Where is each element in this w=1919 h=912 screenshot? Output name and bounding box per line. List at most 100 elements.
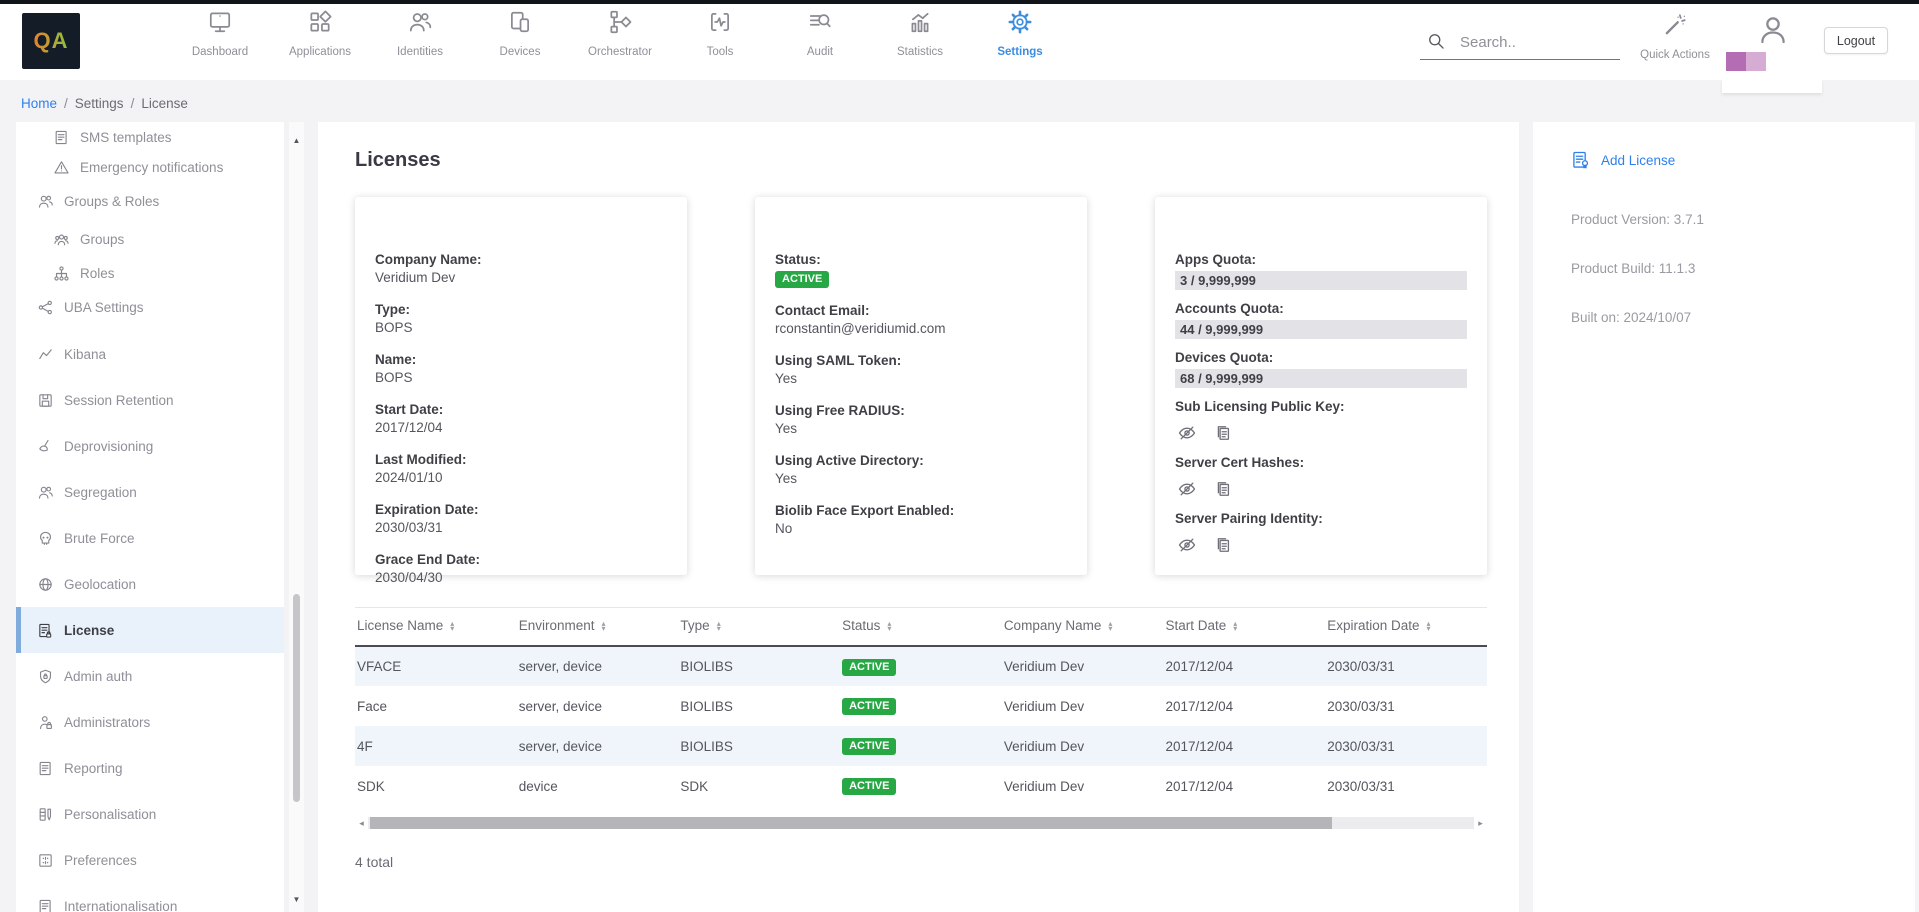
sort-icon[interactable]: ▴▾ [602,621,606,631]
license-info-card: Company Name:Veridium Dev Type:BOPS Name… [355,197,687,575]
column-header-expiration-date[interactable]: Expiration Date▴▾ [1325,608,1487,647]
sidebar-item-brute-force[interactable]: Brute Force [16,515,284,561]
sidebar-item-internationalisation[interactable]: Internationalisation [16,883,284,912]
sidebar-item-label: Admin auth [64,669,132,684]
nav-item-devices[interactable]: Devices [470,9,570,58]
nav-item-tools[interactable]: Tools [670,9,770,58]
table-row: SDK device SDK ACTIVE Veridium Dev 2017/… [355,766,1487,806]
server-pairing-identity: Server Pairing Identity: [1175,510,1467,555]
sidebar-item-label: Kibana [64,347,106,362]
sort-icon[interactable]: ▴▾ [1233,621,1237,631]
field-type: Type:BOPS [375,301,667,337]
field-free-radius: Using Free RADIUS:Yes [775,402,1067,438]
orchestrator-icon [607,9,633,35]
sort-icon[interactable]: ▴▾ [450,621,454,631]
sidebar-item-kibana[interactable]: Kibana [16,331,284,377]
nav-item-settings[interactable]: Settings [970,9,1070,58]
column-header-start-date[interactable]: Start Date▴▾ [1164,608,1326,647]
identities-icon [407,9,433,35]
search-icon[interactable] [1426,31,1446,51]
sidebar-item-label: UBA Settings [64,300,144,315]
sidebar-scrollbar: ▲ ▼ [289,122,304,912]
sidebar-item-license[interactable]: License [16,607,284,653]
user-avatar[interactable] [1756,13,1790,52]
eye-off-icon[interactable] [1177,423,1197,443]
copy-icon[interactable] [1213,535,1233,555]
sidebar-item-administrators[interactable]: Administrators [16,699,284,745]
share-nodes-icon [37,299,54,316]
main-nav: Dashboard Applications Identities Device… [170,9,1070,58]
sidebar-item-reporting[interactable]: Reporting [16,745,284,791]
shield-lock-icon [37,668,54,685]
column-header-license-name[interactable]: License Name▴▾ [355,608,517,647]
scroll-up-arrow-icon[interactable]: ▲ [289,136,304,145]
breadcrumb-home-link[interactable]: Home [21,96,57,111]
sidebar-item-roles[interactable]: Roles [16,258,284,288]
sidebar-item-session-retention[interactable]: Session Retention [16,377,284,423]
quick-actions-button[interactable]: Quick Actions [1632,12,1718,61]
column-header-company-name[interactable]: Company Name▴▾ [1002,608,1164,647]
nav-item-identities[interactable]: Identities [370,9,470,58]
sidebar-item-preferences[interactable]: Preferences [16,837,284,883]
sidebar-item-emergency-notifications[interactable]: Emergency notifications [16,152,284,182]
sidebar-item-deprovisioning[interactable]: Deprovisioning [16,423,284,469]
sidebar-item-label: Brute Force [64,531,135,546]
column-header-type[interactable]: Type▴▾ [678,608,840,647]
sort-icon[interactable]: ▴▾ [717,621,721,631]
accounts-quota: Accounts Quota:44 / 9,999,999 [1175,300,1467,339]
report-document-icon [37,760,54,777]
eye-off-icon[interactable] [1177,535,1197,555]
sort-icon[interactable]: ▴▾ [1108,621,1112,631]
sidebar-item-label: Personalisation [64,807,156,822]
table-row: VFACE server, device BIOLIBS ACTIVE Veri… [355,646,1487,686]
scroll-left-arrow-icon[interactable]: ◂ [355,818,368,829]
scroll-right-arrow-icon[interactable]: ▸ [1474,818,1487,829]
sidebar-item-segregation[interactable]: Segregation [16,469,284,515]
sidebar-item-label: SMS templates [80,130,172,145]
sidebar-item-sms-templates[interactable]: SMS templates [16,122,284,152]
sidebar-item-admin-auth[interactable]: Admin auth [16,653,284,699]
settings-sidebar: SMS templates Emergency notifications Gr… [16,122,284,912]
swatch-pink [1746,52,1766,71]
sort-icon[interactable]: ▴▾ [1427,621,1431,631]
logout-button[interactable]: Logout [1824,27,1888,54]
sort-icon[interactable]: ▴▾ [887,621,891,631]
search-input[interactable] [1460,34,1590,51]
breadcrumb-page: License [141,96,188,111]
magic-wand-icon [1662,12,1688,38]
column-header-environment[interactable]: Environment▴▾ [517,608,679,647]
sidebar-item-personalisation[interactable]: Personalisation [16,791,284,837]
copy-icon[interactable] [1213,423,1233,443]
app-logo[interactable]: QA [22,13,80,69]
copy-icon[interactable] [1213,479,1233,499]
settings-gear-icon [1007,9,1033,35]
product-build: Product Build: 11.1.3 [1571,261,1915,276]
nav-item-dashboard[interactable]: Dashboard [170,9,270,58]
warning-triangle-icon [53,159,70,176]
sidebar-item-groups[interactable]: Groups [16,220,284,258]
breadcrumb-separator: / [64,96,68,111]
nav-item-applications[interactable]: Applications [270,9,370,58]
field-last-modified: Last Modified:2024/01/10 [375,451,667,487]
scrollbar-thumb[interactable] [370,817,1332,829]
server-cert-hashes: Server Cert Hashes: [1175,454,1467,499]
nav-item-audit[interactable]: Audit [770,9,870,58]
eye-off-icon[interactable] [1177,479,1197,499]
sidebar-item-geolocation[interactable]: Geolocation [16,561,284,607]
nav-item-statistics[interactable]: Statistics [870,9,970,58]
nav-item-orchestrator[interactable]: Orchestrator [570,9,670,58]
add-license-button[interactable]: Add License [1571,150,1915,170]
breadcrumb-section: Settings [75,96,124,111]
sidebar-item-label: Deprovisioning [64,439,153,454]
scrollbar-track[interactable] [368,817,1474,829]
column-header-status[interactable]: Status▴▾ [840,608,1002,647]
sidebar-item-uba-settings[interactable]: UBA Settings [16,288,284,326]
sidebar-item-label: Preferences [64,853,137,868]
sidebar-item-groups-roles[interactable]: Groups & Roles [16,182,284,220]
topbar: QA Dashboard Applications Identities Dev… [0,0,1919,80]
sidebar-scrollbar-thumb[interactable] [293,594,300,802]
license-document-icon [37,622,54,639]
swatch-purple [1726,52,1746,71]
scroll-down-arrow-icon[interactable]: ▼ [289,895,304,904]
devices-icon [507,9,533,35]
